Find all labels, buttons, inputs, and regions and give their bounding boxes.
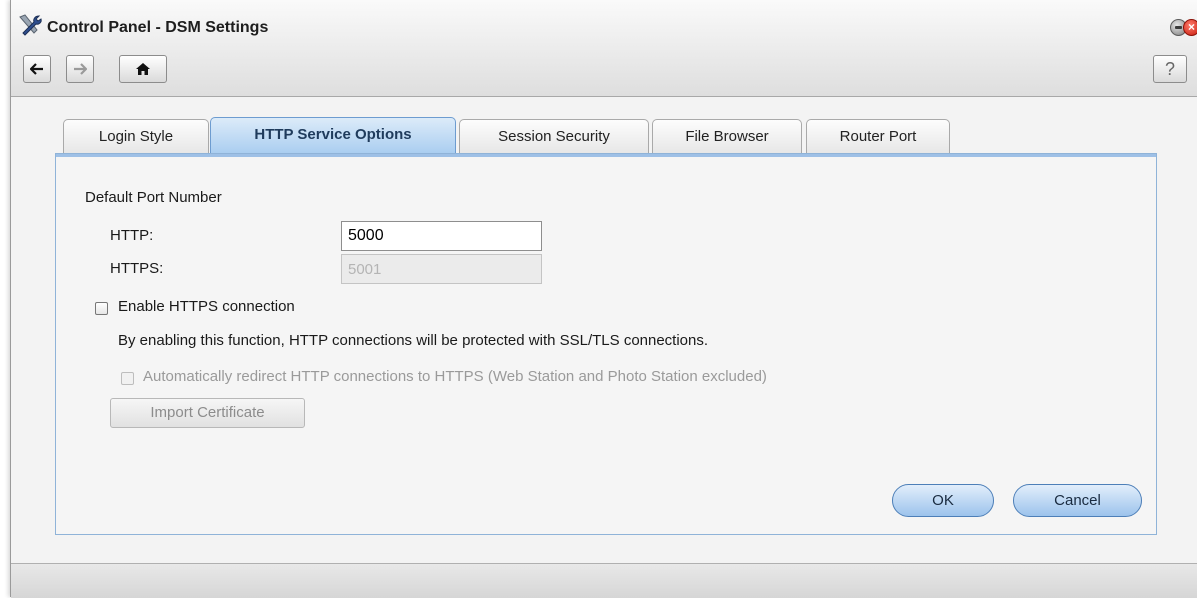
https-port-label: HTTPS: <box>110 260 164 277</box>
panel-divider <box>56 154 1156 157</box>
section-heading-default-port: Default Port Number <box>85 189 222 206</box>
auto-redirect-label: Automatically redirect HTTP connections … <box>143 368 767 385</box>
tab-file-browser[interactable]: File Browser <box>652 119 802 154</box>
auto-redirect-checkbox <box>121 372 134 385</box>
close-button[interactable]: × <box>1183 19 1197 36</box>
https-description-text: By enabling this function, HTTP connecti… <box>118 332 709 349</box>
tab-router-port[interactable]: Router Port <box>806 119 950 154</box>
import-certificate-button: Import Certificate <box>110 398 305 428</box>
tab-login-style[interactable]: Login Style <box>63 119 209 154</box>
title-bar: Control Panel - DSM Settings × ? <box>11 0 1197 97</box>
tab-session-security[interactable]: Session Security <box>459 119 649 154</box>
enable-https-label[interactable]: Enable HTTPS connection <box>118 298 295 315</box>
content-area: Login Style HTTP Service Options Session… <box>11 97 1197 563</box>
back-arrow-icon <box>30 63 43 75</box>
back-button[interactable] <box>23 55 51 83</box>
https-port-field <box>341 254 542 284</box>
http-port-field[interactable] <box>341 221 542 251</box>
http-port-label: HTTP: <box>110 227 154 244</box>
forward-button[interactable] <box>66 55 94 83</box>
control-panel-window: Control Panel - DSM Settings × ? Login S… <box>10 0 1197 598</box>
help-button[interactable]: ? <box>1153 55 1187 83</box>
http-service-options-panel: Default Port Number HTTP: HTTPS: Enable … <box>55 153 1157 535</box>
control-panel-tools-icon <box>19 14 42 36</box>
cancel-button[interactable]: Cancel <box>1013 484 1142 517</box>
forward-arrow-icon <box>74 63 87 75</box>
status-bar <box>11 563 1197 598</box>
tab-http-service-options[interactable]: HTTP Service Options <box>210 117 456 154</box>
ok-button[interactable]: OK <box>892 484 994 517</box>
home-icon <box>136 63 150 75</box>
window-title: Control Panel - DSM Settings <box>47 19 269 36</box>
home-button[interactable] <box>119 55 167 83</box>
enable-https-checkbox[interactable] <box>95 302 108 315</box>
